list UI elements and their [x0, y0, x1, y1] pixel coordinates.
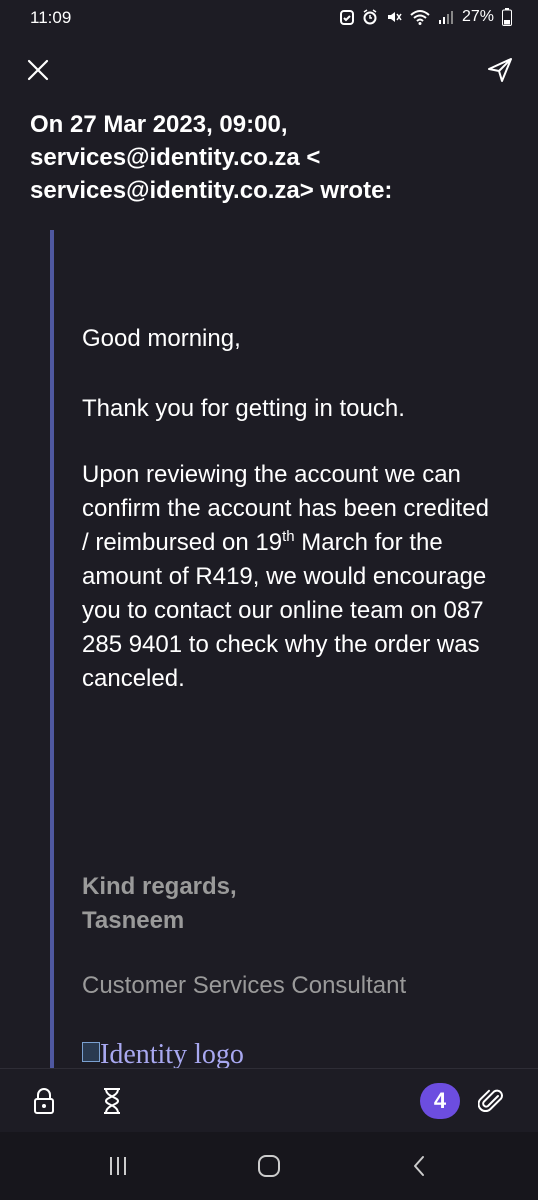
- status-bar: 11:09 27%: [0, 0, 538, 36]
- status-icons: 27%: [339, 8, 512, 26]
- signal-icon: [438, 9, 454, 25]
- quote-header: On 27 Mar 2023, 09:00, services@identity…: [30, 108, 520, 207]
- battery-saver-icon: [339, 9, 354, 25]
- quote-header-sender-wrote: services@identity.co.za> wrote:: [30, 177, 393, 204]
- home-icon: [258, 1155, 280, 1177]
- alarm-icon: [362, 9, 378, 25]
- thanks-line: Thank you for getting in touch.: [82, 395, 405, 422]
- broken-image-icon: [82, 1042, 100, 1062]
- paperclip-icon: [478, 1089, 503, 1112]
- close-button[interactable]: [16, 48, 60, 92]
- signature: Kind regards, Tasneem: [82, 870, 237, 938]
- home-button[interactable]: [247, 1144, 291, 1188]
- logo-alt-text: Identity logo: [100, 1039, 244, 1068]
- greeting: Good morning,: [82, 325, 241, 352]
- recents-button[interactable]: [96, 1144, 140, 1188]
- attachment-count-badge[interactable]: 4: [420, 1083, 460, 1119]
- signer-role: Customer Services Consultant: [82, 972, 407, 999]
- status-time: 11:09: [30, 8, 72, 27]
- battery-percent: 27%: [461, 8, 494, 25]
- main-paragraph: Upon reviewing the account we can confir…: [82, 458, 502, 696]
- back-icon: [414, 1156, 424, 1176]
- encrypt-button[interactable]: [22, 1079, 66, 1123]
- back-button[interactable]: [398, 1144, 442, 1188]
- send-icon: [488, 58, 512, 82]
- ordinal-suffix: th: [282, 528, 295, 545]
- quote-header-date: On 27 Mar 2023, 09:00,: [30, 111, 288, 138]
- top-bar: [0, 48, 538, 98]
- system-nav-bar: [0, 1132, 538, 1200]
- battery-icon: [502, 8, 512, 26]
- regards-line: Kind regards,: [82, 873, 237, 900]
- recents-icon: [110, 1157, 126, 1175]
- quote-bar: [50, 230, 54, 1070]
- wifi-icon: [410, 9, 430, 25]
- signer-name: Tasneem: [82, 907, 185, 934]
- hourglass-icon: [104, 1088, 120, 1114]
- attach-button[interactable]: [470, 1079, 514, 1123]
- compose-toolbar: 4: [0, 1068, 538, 1133]
- identity-logo-image: Identity logo: [82, 1038, 244, 1068]
- lock-icon: [34, 1088, 54, 1114]
- expiration-button[interactable]: [90, 1079, 134, 1123]
- send-button[interactable]: [478, 48, 522, 92]
- mute-icon: [386, 9, 402, 25]
- close-icon: [27, 59, 49, 81]
- quote-header-sender: services@identity.co.za <: [30, 144, 321, 171]
